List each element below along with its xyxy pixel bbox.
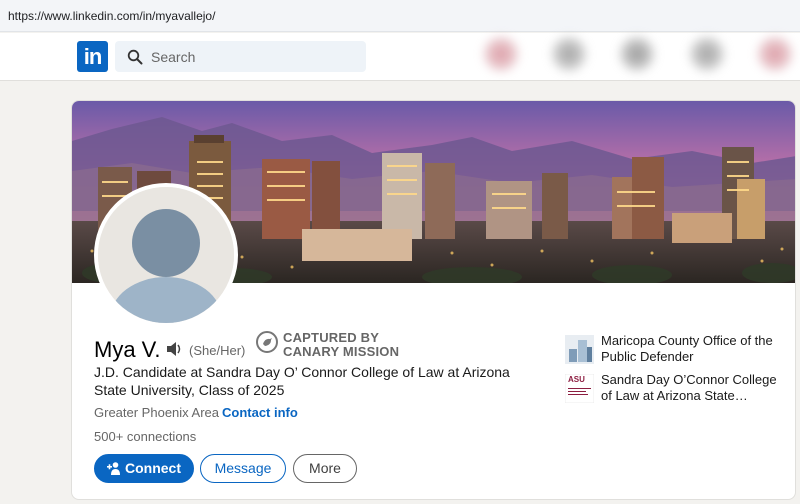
asu-logo-text: ASU xyxy=(568,375,585,384)
search-placeholder: Search xyxy=(151,49,196,65)
canary-badge-line1: CAPTURED BY xyxy=(283,330,380,345)
connect-button-label: Connect xyxy=(125,460,181,476)
profile-headline: J.D. Candidate at Sandra Day O’ Connor C… xyxy=(94,364,510,398)
experience-name: Maricopa County Office of the Public Def… xyxy=(601,333,773,364)
add-person-icon xyxy=(107,462,120,475)
search-icon xyxy=(127,49,143,65)
nav-item-messaging-blurred[interactable] xyxy=(690,37,724,71)
nav-item-home-blurred[interactable] xyxy=(484,37,518,71)
speaker-icon[interactable] xyxy=(165,340,183,358)
connections-count[interactable]: 500+ connections xyxy=(94,429,196,444)
profile-pronouns: (She/Her) xyxy=(189,343,246,358)
canary-mission-badge: CAPTURED BY CANARY MISSION xyxy=(256,331,406,361)
nav-item-notifications-blurred[interactable] xyxy=(758,37,792,71)
profile-location: Greater Phoenix Area xyxy=(94,405,220,420)
nav-item-jobs-blurred[interactable] xyxy=(620,37,654,71)
contact-info-link[interactable]: Contact info xyxy=(222,405,298,420)
default-person-icon xyxy=(98,187,234,323)
canary-bird-icon xyxy=(256,331,278,353)
canary-badge-line2: CANARY MISSION xyxy=(283,344,400,359)
public-defender-logo-icon xyxy=(565,335,594,364)
message-button[interactable]: Message xyxy=(200,454,286,483)
browser-address-bar[interactable]: https://www.linkedin.com/in/myavallejo/ xyxy=(0,0,800,32)
education-name: Sandra Day O’Connor College of Law at Ar… xyxy=(601,372,777,403)
experience-item[interactable]: Maricopa County Office of the Public Def… xyxy=(565,333,795,367)
nav-item-network-blurred[interactable] xyxy=(552,37,586,71)
top-navigation: in Search xyxy=(0,33,800,81)
profile-avatar[interactable] xyxy=(94,183,238,327)
more-button[interactable]: More xyxy=(293,454,357,483)
profile-card: Mya V. (She/Her) CAPTURED BY CANARY MISS… xyxy=(71,100,796,500)
profile-name: Mya V. xyxy=(94,337,161,362)
linkedin-logo[interactable]: in xyxy=(77,41,108,72)
url-text[interactable]: https://www.linkedin.com/in/myavallejo/ xyxy=(8,9,215,23)
search-input[interactable]: Search xyxy=(115,41,366,72)
connect-button[interactable]: Connect xyxy=(94,454,194,483)
education-item[interactable]: ASU Sandra Day O’Connor College of Law a… xyxy=(565,372,795,408)
